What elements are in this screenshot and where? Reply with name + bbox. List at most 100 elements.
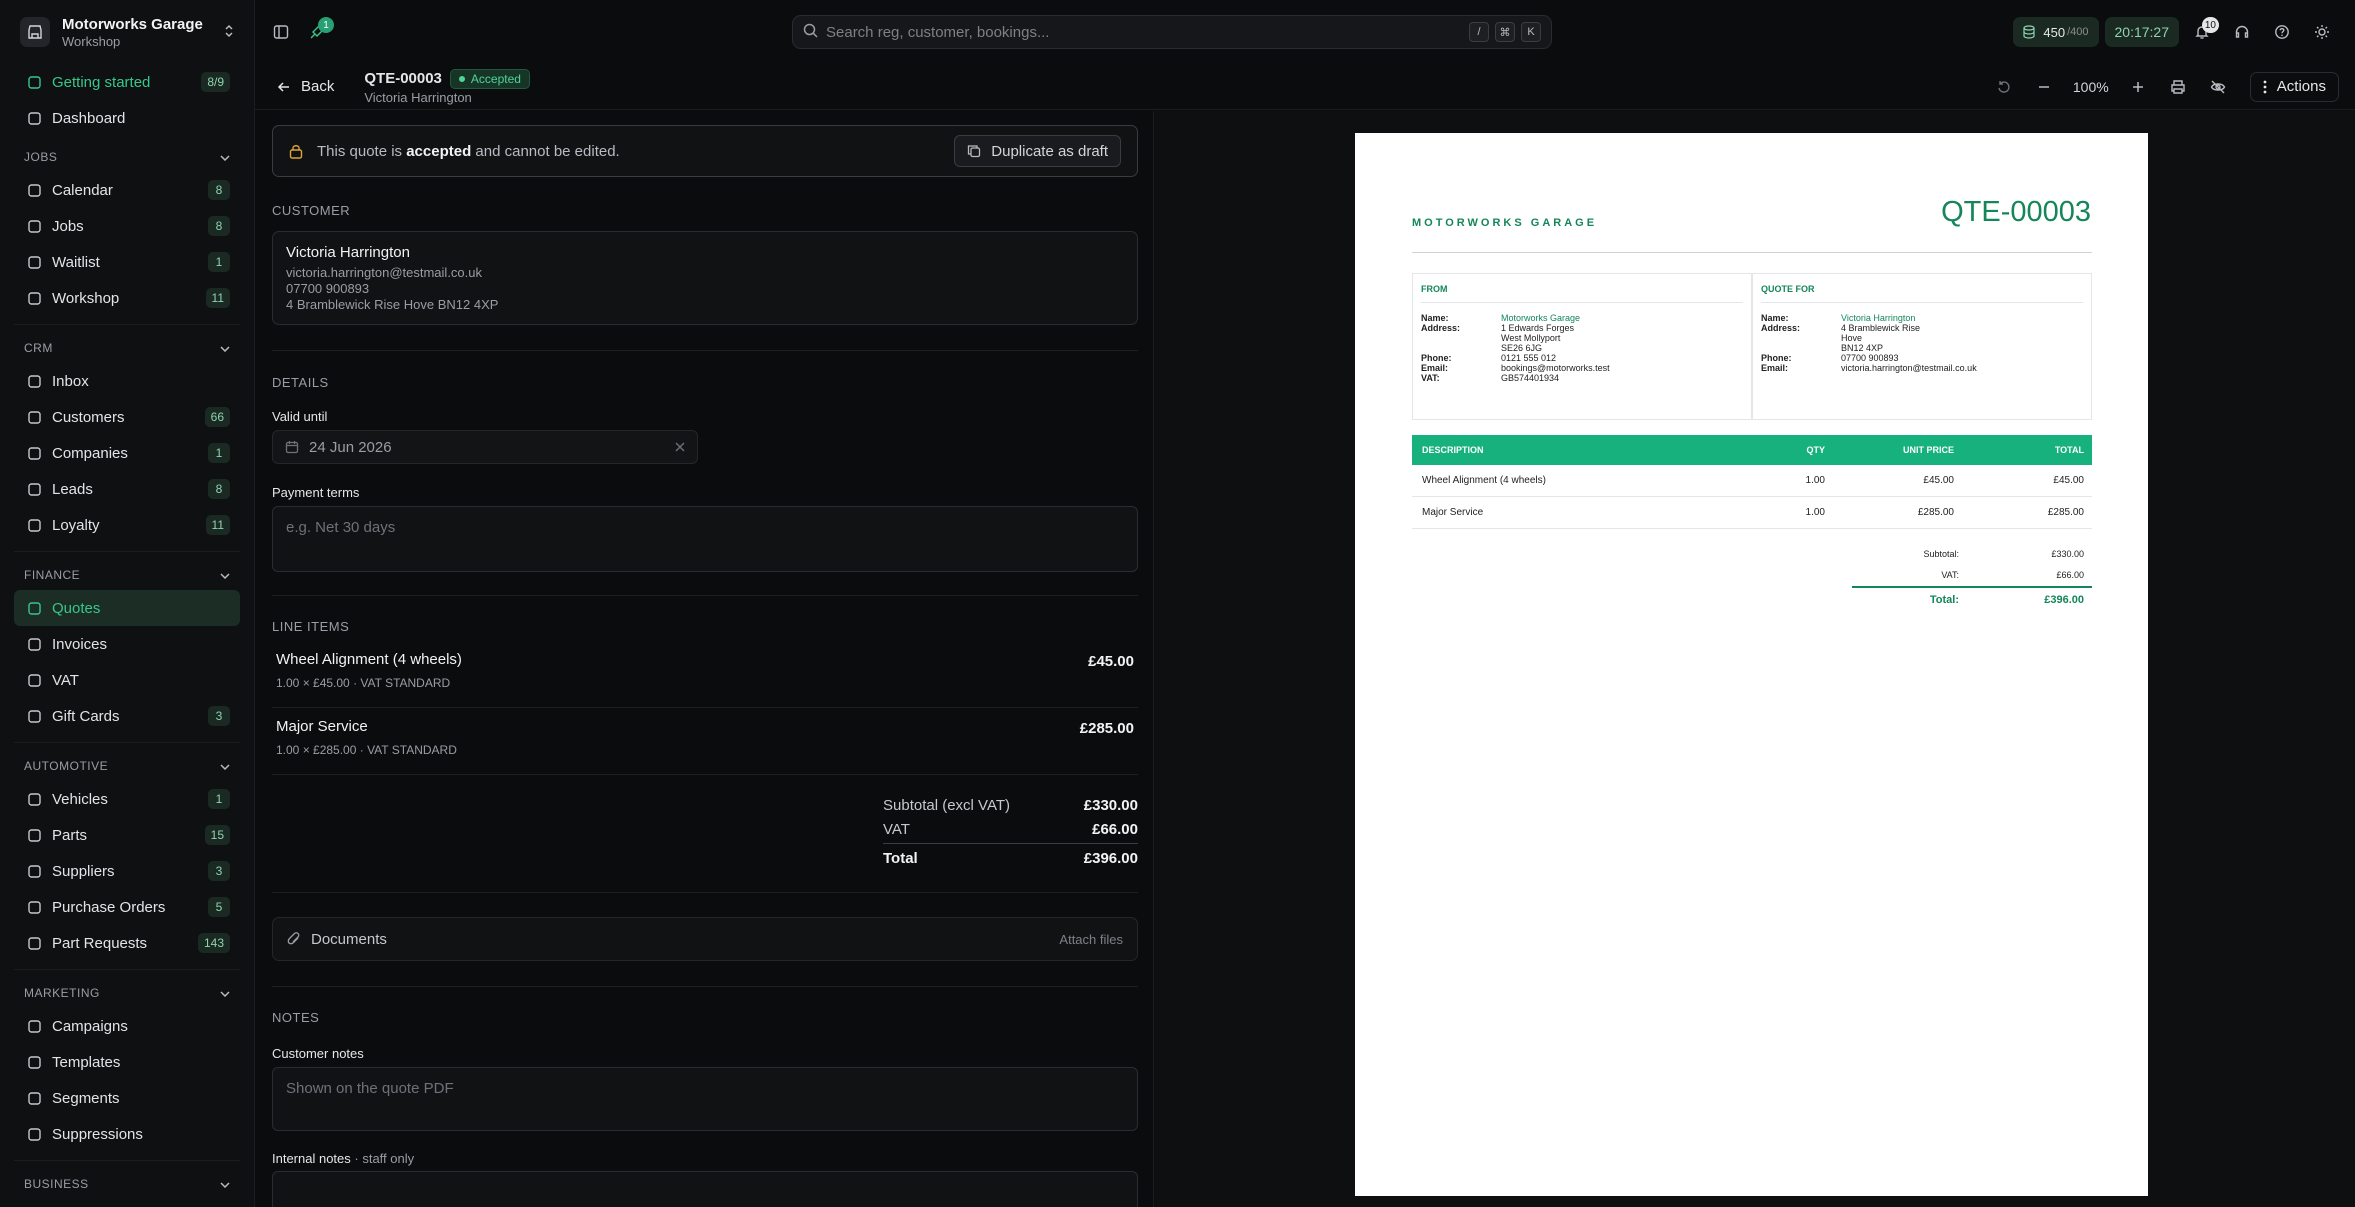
sidebar-item-suppliers[interactable]: Suppliers 3 [14, 853, 240, 889]
count-badge: 1 [208, 789, 230, 809]
pdf-from-box: FROM Name: Motorworks Garage Address: 1 Edw… [1412, 273, 1752, 420]
sidebar-item-parts[interactable]: Parts 15 [14, 817, 240, 853]
line-item-meta: 1.00 × £285.00 · VAT STANDARD [276, 743, 457, 757]
database-icon [2023, 25, 2035, 39]
pdf-cell: 1.00 [1805, 475, 1825, 486]
divider [272, 350, 1138, 351]
count-badge: 11 [205, 288, 230, 308]
section-marketing[interactable]: MARKETING [14, 978, 240, 1008]
printer-icon[interactable] [2160, 72, 2196, 102]
gift-icon [24, 709, 44, 724]
chevron-down-icon [220, 759, 230, 773]
org-name: Motorworks Garage [62, 15, 203, 33]
sidebar-item-customers[interactable]: Customers 66 [14, 399, 240, 435]
internal-notes-label: Internal notes · staff only [272, 1151, 415, 1166]
duplicate-as-draft-button[interactable]: Duplicate as draft [954, 135, 1121, 167]
search-input[interactable] [826, 23, 1463, 41]
sidebar-item-vat[interactable]: VAT [14, 662, 240, 698]
sidebar-item-getting-started[interactable]: Getting started 8/9 [14, 64, 240, 100]
sidebar-item-quotes[interactable]: Quotes [14, 590, 240, 626]
section-finance[interactable]: FINANCE [14, 560, 240, 590]
sidebar: Motorworks Garage Workshop Getting start… [0, 0, 255, 1207]
customer-card[interactable]: Victoria Harrington victoria.harrington@… [272, 231, 1138, 325]
internal-notes-input[interactable] [272, 1171, 1138, 1207]
reset-icon[interactable] [1986, 72, 2022, 102]
section-title: CRM [24, 341, 53, 355]
truck-icon [24, 864, 44, 879]
section-business[interactable]: BUSINESS [14, 1169, 240, 1199]
status-badge: Accepted [449, 68, 530, 89]
zoom-in-icon[interactable] [2120, 72, 2156, 102]
sidebar-item-jobs[interactable]: Jobs 8 [14, 208, 240, 244]
customer-phone: 07700 900893 [286, 281, 370, 296]
sidebar-item-label: Customers [52, 408, 125, 426]
file-icon [24, 601, 44, 616]
sidebar-item-companies[interactable]: Companies 1 [14, 435, 240, 471]
pdf-cell: Major Service [1422, 507, 1484, 518]
attach-files-button[interactable]: Attach files [1059, 932, 1123, 947]
eye-off-icon[interactable] [2200, 72, 2236, 102]
sidebar-item-leads[interactable]: Leads 8 [14, 471, 240, 507]
subtotal-value: £330.00 [1083, 796, 1138, 814]
section-automotive[interactable]: AUTOMOTIVE [14, 751, 240, 781]
sidebar-item-label: VAT [52, 671, 79, 689]
sidebar-item-workshop[interactable]: Workshop 11 [14, 280, 240, 316]
divider [272, 892, 1138, 893]
section-jobs[interactable]: JOBS [14, 142, 240, 172]
quote-customer: Victoria Harrington [364, 89, 472, 105]
sidebar-item-calendar[interactable]: Calendar 8 [14, 172, 240, 208]
customer-notes-input[interactable] [272, 1067, 1138, 1131]
sidebar-item-loyalty[interactable]: Loyalty 11 [14, 507, 240, 543]
pdf-quote-number: QTE-00003 [1941, 196, 2091, 228]
pdf-items-table: DESCRIPTION QTY UNIT PRICE TOTAL Wheel A… [1412, 435, 2092, 529]
rocket-icon[interactable]: 1 [300, 15, 334, 49]
search-bar[interactable]: / ⌘ K [792, 15, 1552, 49]
sidebar-item-gift-cards[interactable]: Gift Cards 3 [14, 698, 240, 734]
count-badge: 5 [208, 897, 230, 917]
sidebar-item-inbox[interactable]: Inbox [14, 363, 240, 399]
org-subtitle: Workshop [62, 33, 121, 49]
sidebar-item-part-requests[interactable]: Part Requests 143 [14, 925, 240, 961]
payment-terms-input[interactable] [272, 506, 1138, 572]
sidebar-item-label: Segments [52, 1089, 120, 1107]
cart-icon [24, 900, 44, 915]
sidebar-item-campaigns[interactable]: Campaigns [14, 1008, 240, 1044]
sidebar-toggle-icon[interactable] [264, 15, 298, 49]
section-crm[interactable]: CRM [14, 333, 240, 363]
zoom-level: 100% [2072, 78, 2109, 95]
sidebar-item-purchase-orders[interactable]: Purchase Orders 5 [14, 889, 240, 925]
sidebar-item-invoices[interactable]: Invoices [14, 626, 240, 662]
back-button[interactable]: Back [277, 78, 334, 95]
sidebar-item-vehicles[interactable]: Vehicles 1 [14, 781, 240, 817]
building-icon [24, 446, 44, 461]
credits-counter[interactable]: 450 /400 [2013, 17, 2099, 47]
sidebar-item-label: Campaigns [52, 1017, 128, 1035]
zoom-out-icon[interactable] [2026, 72, 2062, 102]
sun-icon[interactable] [2305, 15, 2339, 49]
divider [272, 986, 1138, 987]
org-switcher[interactable]: Motorworks Garage Workshop [0, 0, 254, 64]
pdf-summary: Subtotal: £330.00 VAT: £66.00 Total: £396.0… [1852, 544, 2092, 610]
bell-icon[interactable]: 10 [2185, 15, 2219, 49]
sidebar-item-waitlist[interactable]: Waitlist 1 [14, 244, 240, 280]
valid-until-field[interactable]: 24 Jun 2026 [272, 430, 698, 464]
documents-section[interactable]: Documents Attach files [272, 917, 1138, 961]
pdf-col-qty: QTY [1806, 445, 1825, 455]
users-icon [24, 410, 44, 425]
sidebar-item-segments[interactable]: Segments [14, 1080, 240, 1116]
sidebar-item-templates[interactable]: Templates [14, 1044, 240, 1080]
clear-icon[interactable] [675, 442, 685, 452]
count-badge: 66 [204, 407, 230, 427]
help-icon[interactable] [2265, 15, 2299, 49]
sidebar-item-dashboard[interactable]: Dashboard [14, 100, 240, 136]
sidebar-item-suppressions[interactable]: Suppressions [14, 1116, 240, 1152]
headset-icon[interactable] [2225, 15, 2259, 49]
total-label: Total [883, 850, 918, 867]
sidebar-item-services[interactable]: Services20 [14, 1199, 240, 1207]
divider [14, 551, 240, 552]
topbar: 1 / ⌘ K 450 /400 20:17:27 10 [255, 0, 2355, 64]
chevrons-up-down-icon [224, 24, 234, 41]
actions-button[interactable]: Actions [2249, 71, 2339, 102]
receipt-icon [24, 637, 44, 652]
section-title: BUSINESS [24, 1177, 89, 1191]
